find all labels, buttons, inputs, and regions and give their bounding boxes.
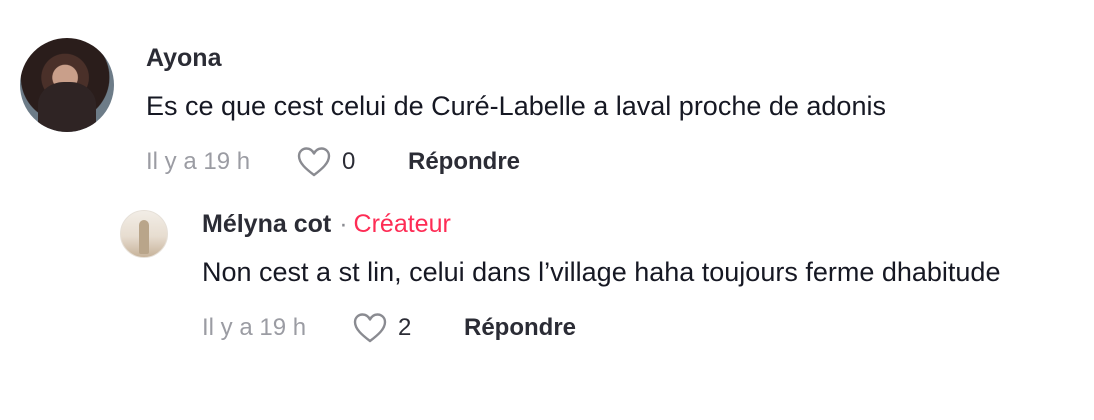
like-count: 2 — [398, 314, 412, 341]
heart-icon — [296, 146, 332, 178]
reply-item: Mélyna cot · Créateur Non cest a st lin,… — [120, 208, 1042, 348]
comment-body: Ayona Es ce que cest celui de Curé-Label… — [146, 38, 1066, 182]
reply-timestamp: Il y a 19 h — [202, 314, 307, 341]
like-button[interactable]: 2 — [352, 312, 464, 344]
reply-body: Mélyna cot · Créateur Non cest a st lin,… — [202, 208, 1042, 348]
separator-dot: · — [339, 210, 348, 238]
reply-header: Mélyna cot · Créateur — [202, 210, 1042, 244]
comment-item: Ayona Es ce que cest celui de Curé-Label… — [20, 38, 1066, 182]
reply-button[interactable]: Répondre — [408, 148, 520, 176]
reply-text: Non cest a st lin, celui dans l’village … — [202, 257, 1001, 287]
like-count: 0 — [342, 148, 356, 175]
comment-actions: Il y a 19 h 0 Répondre — [146, 142, 1066, 182]
reply-button[interactable]: Répondre — [464, 314, 576, 342]
reply-actions: Il y a 19 h 2 Répondre — [202, 308, 1042, 348]
avatar[interactable] — [120, 210, 168, 258]
comment-timestamp: Il y a 19 h — [146, 148, 251, 175]
comment-author[interactable]: Ayona — [146, 44, 221, 73]
reply-author[interactable]: Mélyna cot — [202, 210, 331, 239]
heart-icon — [352, 312, 388, 344]
avatar[interactable] — [20, 38, 114, 132]
comment-header: Ayona — [146, 44, 1066, 78]
like-button[interactable]: 0 — [296, 146, 408, 178]
creator-badge: Créateur — [353, 210, 451, 238]
comment-text: Es ce que cest celui de Curé-Labelle a l… — [146, 91, 886, 121]
